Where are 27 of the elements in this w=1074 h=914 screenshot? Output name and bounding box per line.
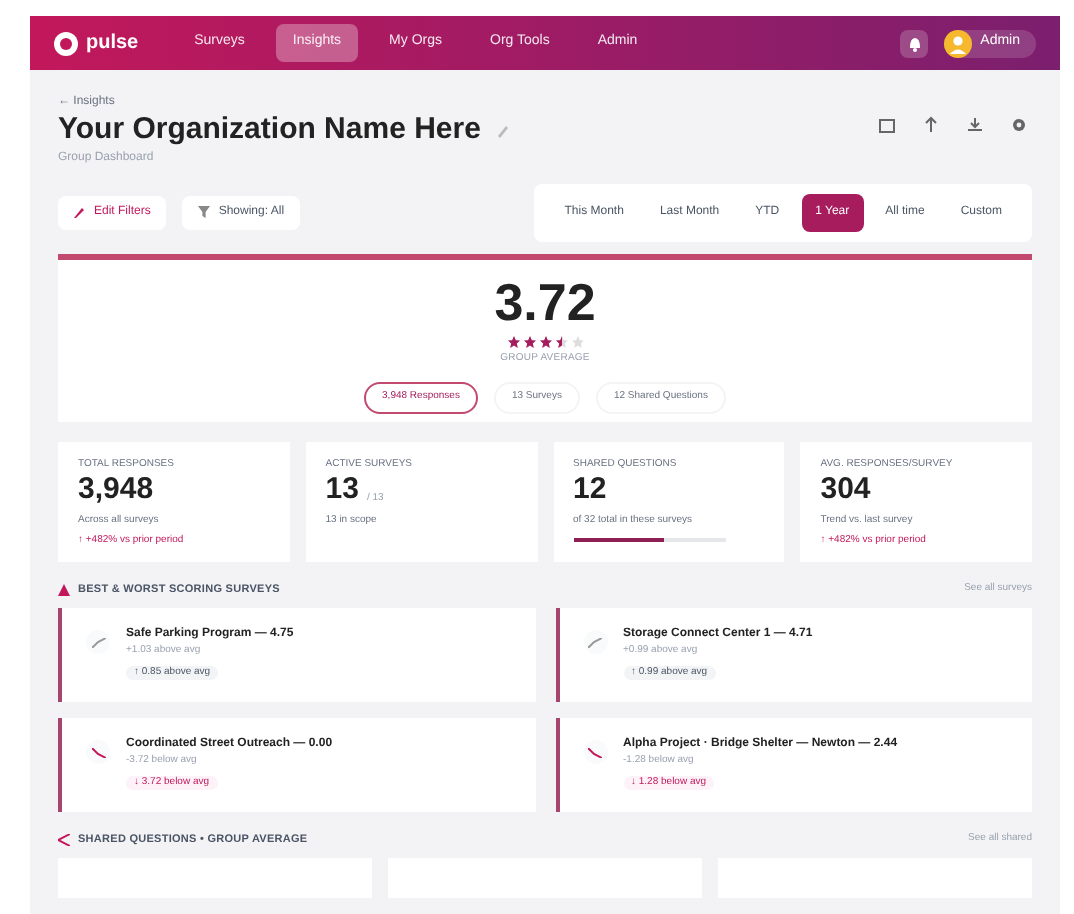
avatar-icon: [944, 29, 973, 57]
average-score: 3.72: [494, 275, 596, 328]
star-icon: [523, 335, 535, 348]
filter-icon: [198, 206, 211, 219]
warning-icon: [58, 583, 70, 596]
star-icon: [507, 335, 519, 348]
logo-icon: [54, 31, 78, 55]
download-icon: [965, 115, 983, 133]
logo-text: pulse: [86, 30, 139, 58]
star-icon: [571, 335, 583, 348]
notification-button[interactable]: [900, 29, 929, 57]
page-title: Your Organization Name Here: [58, 112, 481, 150]
trend-down-icon: [91, 747, 105, 757]
star-icon: [539, 335, 551, 348]
pencil-icon: [496, 123, 511, 138]
stat-value: 304: [820, 472, 871, 510]
pencil-icon: [74, 206, 86, 219]
trend-up-icon: [588, 637, 602, 647]
bell-icon: [907, 35, 922, 51]
stat-value: 13: [325, 472, 359, 510]
trend-down-icon: [588, 747, 602, 757]
share-nodes-icon: [58, 834, 70, 847]
share-icon: [921, 115, 939, 133]
stat-value: 3,948: [78, 472, 154, 510]
trend-up-icon: [91, 637, 105, 647]
stat-value: 12: [573, 472, 607, 510]
star-icon: [555, 335, 567, 348]
